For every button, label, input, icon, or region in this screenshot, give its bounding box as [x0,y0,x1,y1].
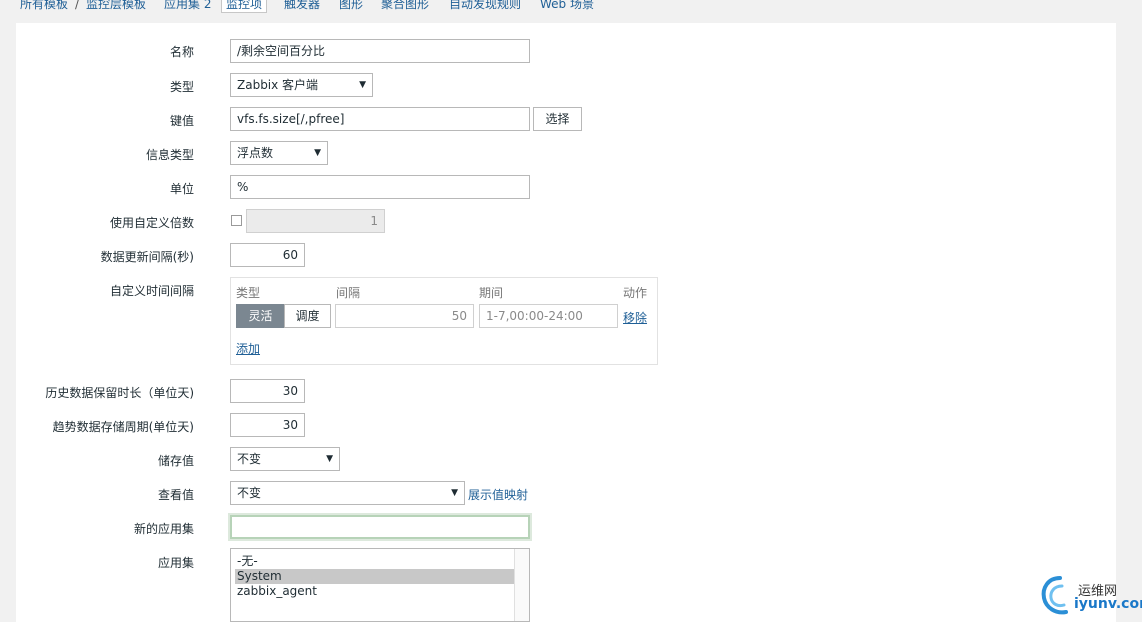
multiplier-checkbox[interactable] [231,215,242,226]
tab-screens[interactable]: 聚合图形 [381,0,429,12]
new-application-input[interactable] [230,515,530,539]
history-label: 历史数据保留时长（单位天) [45,386,194,400]
type-select[interactable]: Zabbix 客户端 [230,73,373,97]
applications-listbox[interactable]: -无- System zabbix_agent [230,548,530,622]
trends-label: 趋势数据存储周期(单位天) [52,420,194,434]
tab-triggers[interactable]: 触发器 [284,0,320,12]
col-type-header: 类型 [236,286,261,300]
listbox-scrollbar[interactable] [514,549,529,621]
multiplier-input: 1 [246,209,385,233]
watermark-logo: 运维网 iyunv.com [1040,574,1142,618]
scheduling-toggle[interactable]: 调度 [284,304,331,328]
remove-interval-link[interactable]: 移除 [623,309,647,326]
info-type-select[interactable]: 浮点数 [230,141,328,165]
breadcrumb-separator: / [75,0,80,11]
applications-label: 应用集 [157,556,194,570]
store-value-select[interactable]: 不变 [230,447,340,471]
custom-intervals-label: 自定义时间间隔 [109,284,194,298]
interval-input[interactable]: 50 [335,304,474,328]
flexible-toggle[interactable]: 灵活 [236,304,285,328]
new-application-label: 新的应用集 [133,522,194,536]
custom-intervals-table: 类型 间隔 期间 动作 灵活 调度 50 1-7,00:00-24:00 移除 … [230,277,658,365]
info-type-label: 信息类型 [145,148,194,162]
tab-web-scenarios[interactable]: Web 场景 [540,0,594,12]
key-label: 键值 [169,114,194,128]
application-option-selected[interactable]: System [235,569,517,584]
store-value-label: 储存值 [157,454,194,468]
multiplier-label: 使用自定义倍数 [109,216,194,230]
unit-input[interactable]: % [230,175,530,199]
trends-input[interactable]: 30 [230,413,305,437]
value-mapping-link[interactable]: 展示值映射 [468,486,528,503]
application-option[interactable]: zabbix_agent [235,584,517,599]
name-label: 名称 [169,45,194,59]
key-input[interactable]: vfs.fs.size[/,pfree] [230,107,530,131]
tab-bar: 所有模板 / 监控层模板 应用集 2 监控项 触发器 图形 聚合图形 自动发现规… [0,0,1142,14]
show-value-label: 查看值 [157,488,194,502]
item-form-panel: 名称 /剩余空间百分比 类型 Zabbix 客户端 键值 vfs.fs.size… [16,23,1116,622]
type-label: 类型 [169,80,194,94]
update-interval-input[interactable]: 60 [230,243,305,267]
tab-items[interactable]: 监控项 [221,0,268,13]
name-input[interactable]: /剩余空间百分比 [230,39,530,63]
tab-template-name[interactable]: 监控层模板 [86,0,146,12]
show-value-select[interactable]: 不变 [230,481,465,505]
col-action-header: 动作 [623,286,648,300]
watermark-text-domain: iyunv.com [1074,596,1142,612]
period-input[interactable]: 1-7,00:00-24:00 [479,304,618,328]
application-option[interactable]: -无- [235,554,517,569]
tab-graphs[interactable]: 图形 [339,0,363,12]
update-interval-label: 数据更新间隔(秒) [100,250,194,264]
tab-all-templates[interactable]: 所有模板 [20,0,68,12]
history-input[interactable]: 30 [230,379,305,403]
add-interval-link[interactable]: 添加 [236,340,260,357]
tab-applications[interactable]: 应用集 2 [164,0,211,12]
col-period-header: 期间 [479,286,504,300]
unit-label: 单位 [169,182,194,196]
select-key-button[interactable]: 选择 [533,107,582,131]
col-interval-header: 间隔 [336,286,361,300]
tab-discovery-rules[interactable]: 自动发现规则 [449,0,521,12]
